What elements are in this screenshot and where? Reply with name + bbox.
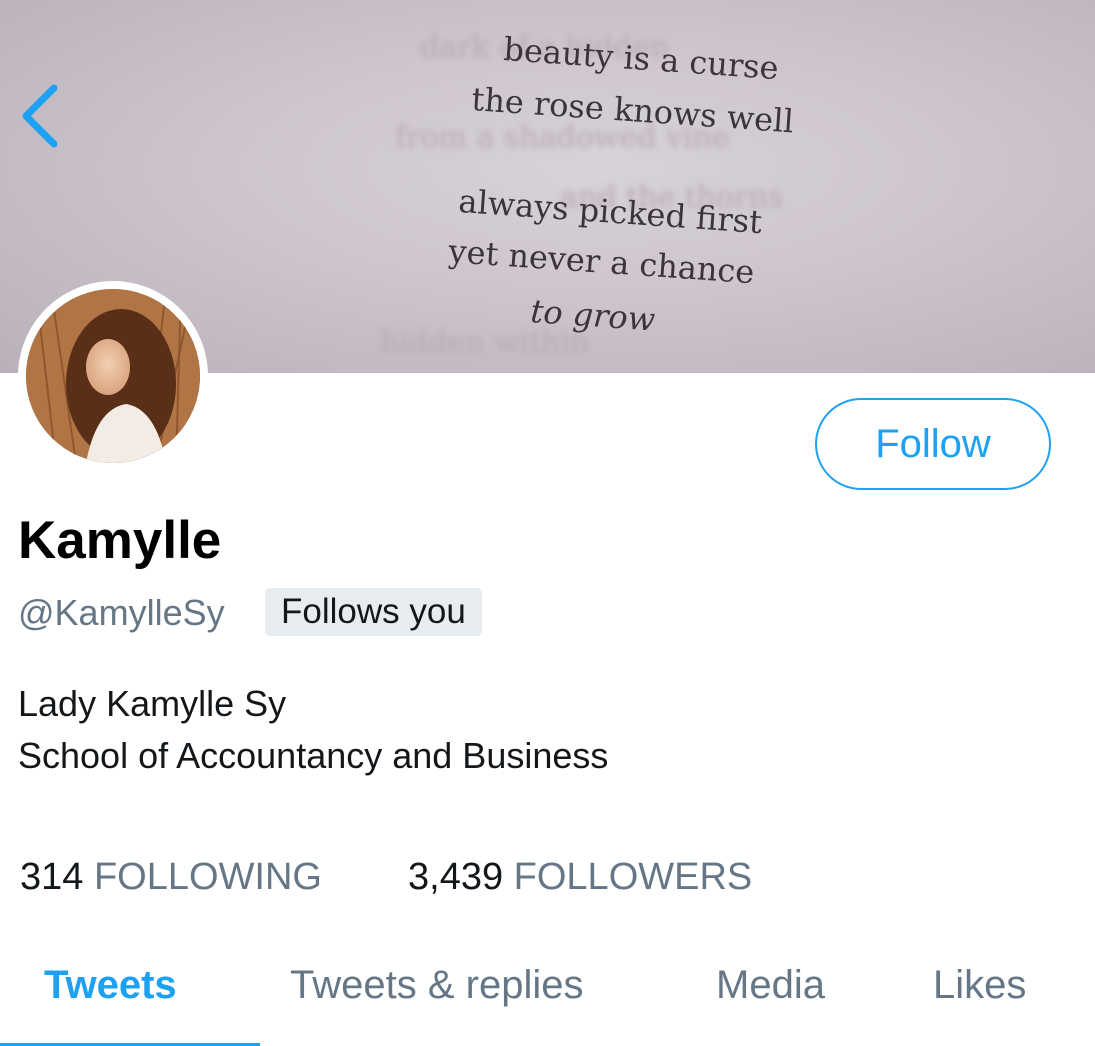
follows-you-badge: Follows you (265, 588, 482, 636)
avatar[interactable] (18, 281, 208, 471)
followers-count: 3,439 (408, 856, 504, 898)
followers-label: FOLLOWERS (513, 856, 753, 898)
profile-photo (26, 289, 200, 463)
chevron-left-icon (22, 84, 58, 148)
tab-tweets-replies[interactable]: Tweets & replies (290, 963, 583, 1008)
tab-media[interactable]: Media (716, 963, 825, 1008)
followers-stat[interactable]: 3,439 FOLLOWERS (408, 856, 752, 899)
poem-line: always picked first (457, 182, 764, 242)
user-handle: @KamylleSy (18, 592, 225, 633)
poem-line: to grow (529, 292, 657, 339)
following-count: 314 (20, 856, 84, 898)
tab-tweets[interactable]: Tweets (44, 963, 177, 1008)
poem-line: beauty is a curse (502, 30, 780, 88)
bio-line: School of Accountancy and Business (18, 735, 609, 776)
following-stat[interactable]: 314 FOLLOWING (20, 856, 322, 899)
back-button[interactable] (16, 80, 66, 152)
bio-line: Lady Kamylle Sy (18, 683, 287, 724)
tab-likes[interactable]: Likes (933, 963, 1026, 1008)
display-name: Kamylle (18, 511, 222, 570)
poem-line: yet never a chance (447, 232, 756, 292)
poem-line: the rose knows well (470, 80, 795, 141)
profile-tabs: Tweets Tweets & replies Media Likes (0, 955, 1095, 1046)
follow-button[interactable]: Follow (815, 398, 1051, 490)
following-label: FOLLOWING (93, 856, 322, 898)
profile-bio: Lady Kamylle Sy School of Accountancy an… (18, 678, 608, 782)
